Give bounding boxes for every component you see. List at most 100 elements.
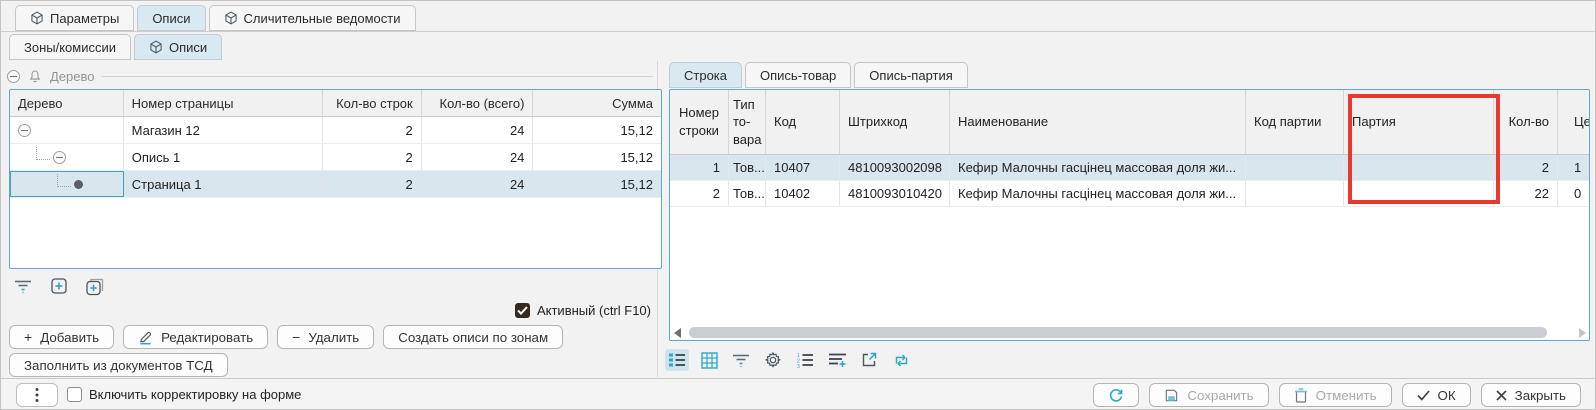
add-row-icon[interactable]: [825, 349, 849, 371]
cube-icon: [149, 40, 163, 54]
column-header[interactable]: Номер строки: [670, 90, 729, 154]
active-checkbox-label[interactable]: Активный (ctrl F10): [537, 303, 651, 318]
tree-row-opis[interactable]: Опись 1 2 24 15,12: [10, 144, 661, 171]
tree-toolbar: [11, 275, 107, 297]
column-header[interactable]: Штрихкод: [840, 90, 950, 154]
group-rule: [102, 76, 653, 77]
detail-row-2[interactable]: 2 Тов... 10402 4810093010420 Кефир Малоч…: [670, 181, 1589, 207]
close-button[interactable]: Закрыть: [1481, 383, 1581, 407]
app-window: Параметры Описи Сличительные ведомости З…: [0, 0, 1596, 410]
form-correction-checkbox[interactable]: [67, 387, 82, 402]
create-by-zones-button[interactable]: Создать описи по зонам: [383, 325, 563, 349]
sub-tab-bar: Зоны/комиссии Описи: [9, 34, 222, 60]
tab-divider: [1, 31, 1596, 32]
detail-table-header: Номер строки Тип то-вара Код Штрихкод На…: [670, 90, 1589, 155]
filter-icon[interactable]: [11, 275, 35, 297]
tree-group-header: Дерево: [7, 67, 653, 85]
tree-table-header: Дерево Номер страницы Кол-во строк Кол-в…: [10, 90, 661, 117]
column-header[interactable]: Наименование: [950, 90, 1246, 154]
column-header[interactable]: Кол-во (всего): [422, 90, 534, 116]
active-checkbox[interactable]: [515, 303, 530, 318]
tab-opisi[interactable]: Описи: [137, 5, 205, 31]
fill-from-tsd-button[interactable]: Заполнить из документов ТСД: [9, 353, 228, 377]
tab-parametry[interactable]: Параметры: [15, 5, 134, 31]
tree-row-total: 24: [422, 117, 534, 143]
tab-opis-tovar[interactable]: Опись-товар: [745, 62, 851, 88]
column-header[interactable]: Код партии: [1246, 90, 1344, 154]
tree-table: Дерево Номер страницы Кол-во строк Кол-в…: [9, 89, 662, 269]
column-header[interactable]: Кол-во: [1494, 90, 1558, 154]
tree-collapse-icon[interactable]: [53, 151, 66, 164]
open-external-icon[interactable]: [857, 349, 881, 371]
cube-icon: [30, 11, 44, 25]
tab-zony-komissii[interactable]: Зоны/комиссии: [9, 34, 131, 60]
save-button[interactable]: Сохранить: [1149, 383, 1268, 407]
tree-row-magazin[interactable]: Магазин 12 2 24 15,12: [10, 117, 661, 144]
tab-stroka[interactable]: Строка: [669, 62, 742, 88]
tab-slichitelnye-vedomosti[interactable]: Сличительные ведомости: [209, 5, 416, 31]
scroll-right-arrow[interactable]: [1579, 328, 1586, 338]
edit-button[interactable]: Редактировать: [123, 325, 268, 349]
numbered-list-icon[interactable]: 123: [793, 349, 817, 371]
tab-label: Сличительные ведомости: [244, 11, 401, 26]
scrollbar-thumb[interactable]: [689, 327, 1547, 338]
gear-icon[interactable]: [761, 349, 785, 371]
delete-button[interactable]: − Удалить: [277, 325, 374, 349]
cube-icon: [224, 11, 238, 25]
tree-row-total: 24: [422, 171, 534, 197]
bell-icon[interactable]: [28, 69, 42, 84]
tab-label: Опись-товар: [760, 68, 836, 83]
detail-row-1[interactable]: 1 Тов... 10407 4810093002098 Кефир Малоч…: [670, 155, 1589, 181]
plus-icon: +: [24, 330, 32, 344]
horizontal-scrollbar[interactable]: [671, 326, 1588, 339]
column-header[interactable]: Тип то-вара: [729, 90, 766, 154]
tree-group-title: Дерево: [50, 69, 94, 84]
trash-icon: [1294, 387, 1308, 403]
add-multiple-icon[interactable]: [83, 275, 107, 297]
tree-row-sum: 15,12: [533, 144, 661, 170]
column-header[interactable]: Код: [766, 90, 840, 154]
column-header[interactable]: Сумма: [533, 90, 661, 116]
column-header[interactable]: Це: [1558, 90, 1589, 154]
tree-row-name: Опись 1: [124, 144, 323, 170]
tree-collapse-icon[interactable]: [18, 124, 31, 137]
column-header[interactable]: Дерево: [10, 90, 124, 116]
check-icon: [1417, 390, 1430, 401]
detail-table: Номер строки Тип то-вара Код Штрихкод На…: [669, 89, 1590, 341]
list-view-icon[interactable]: [665, 349, 689, 371]
column-header[interactable]: Номер страницы: [124, 90, 323, 116]
more-options-button[interactable]: [16, 383, 58, 407]
tree-row-name: Магазин 12: [124, 117, 323, 143]
tree-button-row-2: Заполнить из документов ТСД: [9, 353, 228, 377]
scroll-left-arrow[interactable]: [674, 328, 681, 338]
tree-connector: [57, 174, 71, 187]
refresh-button[interactable]: [1093, 383, 1139, 407]
grid-view-icon[interactable]: [697, 349, 721, 371]
bottom-bar: Включить корректировку на форме Сохранит…: [1, 378, 1596, 410]
collapse-group-icon[interactable]: [7, 70, 20, 83]
tree-row-rows-count: 2: [323, 144, 422, 170]
tree-row-stranitsa[interactable]: Страница 1 2 24 15,12: [10, 171, 661, 198]
pencil-icon: [138, 330, 153, 345]
add-button[interactable]: + Добавить: [9, 325, 114, 349]
ok-button[interactable]: ОК: [1402, 383, 1471, 407]
detail-toolbar: 123: [665, 349, 913, 371]
cancel-button[interactable]: Отменить: [1279, 383, 1392, 407]
tab-label: Строка: [684, 68, 727, 83]
tree-row-sum: 15,12: [533, 117, 661, 143]
add-item-icon[interactable]: [47, 275, 71, 297]
column-header-partiya[interactable]: Партия: [1344, 90, 1494, 154]
tree-row-sum: 15,12: [533, 171, 661, 197]
minus-icon: −: [292, 330, 300, 344]
filter-icon[interactable]: [729, 349, 753, 371]
repeat-icon[interactable]: [889, 349, 913, 371]
column-header[interactable]: Кол-во строк: [323, 90, 422, 116]
active-checkbox-row: Активный (ctrl F10): [515, 303, 651, 318]
tab-label: Описи: [169, 40, 207, 55]
tree-row-name: Страница 1: [124, 171, 323, 197]
tree-button-row: + Добавить Редактировать − Удалить Созда…: [9, 325, 563, 349]
top-tab-bar: Параметры Описи Сличительные ведомости: [15, 5, 416, 31]
tab-opisi-sub[interactable]: Описи: [134, 34, 222, 60]
form-correction-label[interactable]: Включить корректировку на форме: [89, 387, 301, 402]
tab-opis-partiya[interactable]: Опись-партия: [854, 62, 967, 88]
